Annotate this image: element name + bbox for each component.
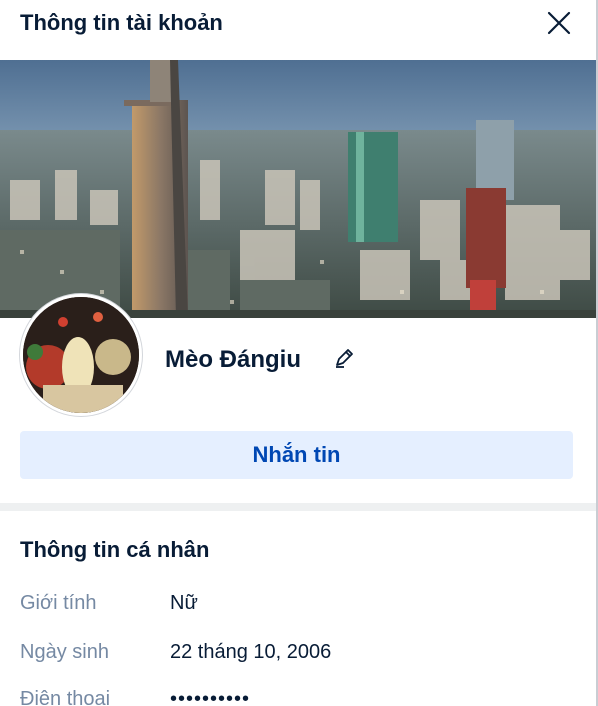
- phone-label: Điện thoại: [20, 688, 111, 706]
- panel-header: Thông tin tài khoản: [0, 0, 596, 60]
- personal-info-title: Thông tin cá nhân: [20, 537, 210, 562]
- pencil-icon: [336, 349, 353, 368]
- close-button[interactable]: [542, 6, 576, 40]
- birthday-label: Ngày sinh: [20, 641, 109, 663]
- send-message-button[interactable]: Nhắn tin: [20, 431, 573, 479]
- close-icon: [547, 11, 571, 35]
- edit-name-button[interactable]: [332, 346, 356, 370]
- phone-value: ••••••••••: [170, 688, 251, 706]
- account-info-panel: Thông tin tài khoản Mèo Đángiu Nhắn tin …: [0, 0, 596, 706]
- avatar[interactable]: [20, 294, 142, 416]
- panel-title: Thông tin tài khoản: [20, 10, 223, 35]
- gender-label: Giới tính: [20, 592, 97, 614]
- gender-value: Nữ: [170, 592, 198, 614]
- profile-name: Mèo Đángiu: [165, 346, 301, 373]
- section-divider: [0, 503, 596, 511]
- cover-photo: [0, 60, 596, 318]
- cover-photo-cityscape: [0, 60, 596, 318]
- avatar-image: [23, 297, 139, 413]
- birthday-value: 22 tháng 10, 2006: [170, 641, 332, 663]
